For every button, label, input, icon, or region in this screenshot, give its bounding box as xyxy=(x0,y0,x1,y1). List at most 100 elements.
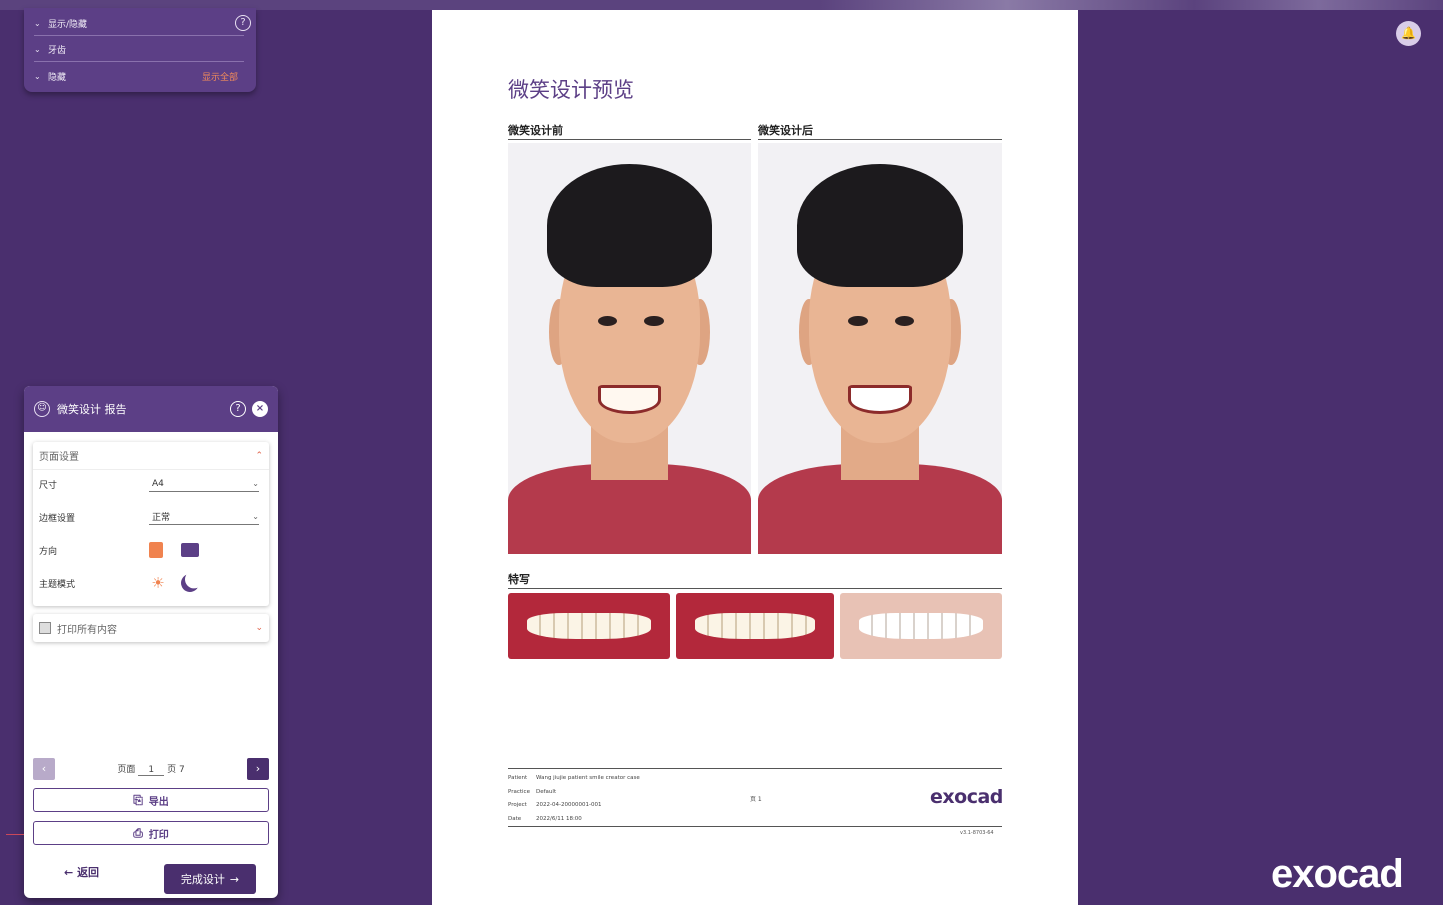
export-label: 导出 xyxy=(148,796,169,808)
vis-row-label: 牙齿 xyxy=(48,46,67,56)
photo-teeth xyxy=(859,612,983,640)
portrait-icon[interactable] xyxy=(149,542,163,558)
meta-key: Project xyxy=(508,802,527,808)
help-icon[interactable]: ? xyxy=(230,401,246,417)
chevron-down-icon[interactable]: ⌄ xyxy=(255,623,263,633)
chevron-down-icon: ⌄ xyxy=(252,479,259,488)
page-number-input[interactable]: 1 xyxy=(138,765,165,776)
page-settings-header[interactable]: 页面设置 ⌃ xyxy=(33,442,269,470)
export-icon: ⎘ xyxy=(133,792,143,807)
pager-suffix: 页 7 xyxy=(167,765,185,775)
sun-icon[interactable]: ☀ xyxy=(149,574,167,592)
meta-value: 2022/6/11 18:00 xyxy=(536,815,582,822)
margin-row: 边框设置 正常 ⌄ xyxy=(39,507,263,527)
print-all-header[interactable]: 打印所有内容 ⌄ xyxy=(33,614,269,642)
prev-page-button[interactable]: ‹ xyxy=(33,758,55,780)
report-panel-title: 微笑设计 报告 xyxy=(57,403,127,416)
after-label: 微笑设计后 xyxy=(758,122,1002,140)
chevron-down-icon: ⌄ xyxy=(34,71,41,81)
footer-page-number: 页 1 xyxy=(750,796,762,803)
footer-top-line xyxy=(508,768,1002,769)
photo-eye xyxy=(597,315,618,326)
print-label: 打印 xyxy=(148,829,169,841)
meta-key: Practice xyxy=(508,788,530,795)
photo-hair xyxy=(546,163,713,287)
vis-row-teeth[interactable]: ⌄ 牙齿 xyxy=(34,38,244,62)
moon-icon[interactable] xyxy=(178,571,201,594)
margin-select[interactable]: 正常 ⌄ xyxy=(149,509,259,525)
footer-meta: Patient Wang jiujie patient smile creator… xyxy=(508,772,640,826)
after-photo xyxy=(758,143,1002,554)
visibility-panel: ⌄ 显示/隐藏 ⌄ 牙齿 ⌄ 隐藏 显示全部 ? xyxy=(24,8,256,92)
photo-eye xyxy=(848,315,868,326)
photo-eye xyxy=(894,315,915,326)
vis-row-label: 隐藏 xyxy=(48,72,67,83)
before-label: 微笑设计前 xyxy=(508,122,751,140)
meta-value: 2022-04-20000001-001 xyxy=(536,802,602,808)
closeup-label: 特写 xyxy=(508,571,1002,589)
face-icon: ☺ xyxy=(34,401,50,417)
theme-label: 主题模式 xyxy=(39,579,76,590)
meta-key: Date xyxy=(508,815,522,822)
back-label: 返回 xyxy=(77,866,100,879)
footer-version: v3.1-8703-64 xyxy=(960,830,994,836)
back-button[interactable]: ← 返回 xyxy=(64,864,99,880)
pager-prefix: 页面 xyxy=(117,765,136,775)
top-decoration xyxy=(820,0,1443,10)
page-settings-card: 页面设置 ⌃ 尺寸 A4 ⌄ 边框设置 正常 ⌄ 方向 主题模式 ☀ xyxy=(33,442,269,606)
photo-eye xyxy=(644,315,664,326)
meta-patient: Patient Wang jiujie patient smile creator… xyxy=(508,772,640,786)
pager-text: 页面 1 页 7 xyxy=(55,762,247,776)
size-row: 尺寸 A4 ⌄ xyxy=(39,474,263,494)
pager: ‹ 页面 1 页 7 › xyxy=(33,758,269,780)
photo-hair xyxy=(797,163,963,287)
print-icon: ⎙ xyxy=(133,825,143,840)
help-icon[interactable]: ? xyxy=(235,15,251,31)
brand-logo: exocad xyxy=(1271,852,1404,896)
report-panel-header: ☺ 微笑设计 报告 ? × xyxy=(24,386,278,432)
print-all-checkbox[interactable] xyxy=(39,622,51,634)
vis-row-hidden[interactable]: ⌄ 隐藏 显示全部 xyxy=(34,64,244,88)
vis-row-show-hide[interactable]: ⌄ 显示/隐藏 xyxy=(34,12,244,36)
margin-value: 正常 xyxy=(152,513,171,523)
size-value: A4 xyxy=(152,478,164,489)
orientation-row: 方向 xyxy=(39,540,263,560)
margin-label: 边框设置 xyxy=(39,513,76,524)
landscape-icon[interactable] xyxy=(181,543,199,557)
arrow-right-icon: → xyxy=(229,872,240,886)
print-all-label: 打印所有内容 xyxy=(57,624,117,636)
next-page-button[interactable]: › xyxy=(247,758,269,780)
before-photo xyxy=(508,143,751,554)
theme-row: 主题模式 ☀ xyxy=(39,573,263,593)
chevron-up-icon[interactable]: ⌃ xyxy=(255,451,263,461)
meta-project: Project 2022-04-20000001-001 xyxy=(508,799,640,813)
report-panel: ☺ 微笑设计 报告 ? × 页面设置 ⌃ 尺寸 A4 ⌄ 边框设置 正常 ⌄ 方… xyxy=(24,386,278,898)
print-button[interactable]: ⎙ 打印 xyxy=(33,821,269,845)
left-edge-mark xyxy=(6,834,24,835)
size-select[interactable]: A4 ⌄ xyxy=(149,476,259,492)
meta-value: Wang jiujie patient smile creator case xyxy=(536,775,640,781)
meta-key: Patient xyxy=(508,775,528,781)
photo-mouth xyxy=(848,385,912,415)
footer-bottom-line xyxy=(508,826,1002,827)
closeup-photo-3 xyxy=(840,593,1002,659)
chevron-down-icon: ⌄ xyxy=(252,512,259,521)
arrow-left-icon: ← xyxy=(64,866,74,879)
finish-design-button[interactable]: 完成设计 → xyxy=(164,864,256,894)
vis-row-label: 显示/隐藏 xyxy=(48,20,88,30)
preview-title: 微笑设计预览 xyxy=(508,78,634,102)
print-all-card[interactable]: 打印所有内容 ⌄ xyxy=(33,614,269,642)
chevron-down-icon: ⌄ xyxy=(34,45,41,54)
meta-value: Default xyxy=(536,788,557,795)
page-settings-title: 页面设置 xyxy=(39,452,79,463)
orientation-label: 方向 xyxy=(39,546,58,557)
closeup-photo-1 xyxy=(508,593,670,659)
report-preview-page: 微笑设计预览 微笑设计前 微笑设计后 特写 Patient Wang jiujie… xyxy=(432,10,1078,905)
show-all-link[interactable]: 显示全部 xyxy=(202,70,238,83)
close-icon[interactable]: × xyxy=(252,401,268,417)
export-button[interactable]: ⎘ 导出 xyxy=(33,788,269,812)
photo-teeth xyxy=(527,612,651,640)
meta-date: Date 2022/6/11 18:00 xyxy=(508,813,640,827)
chevron-down-icon: ⌄ xyxy=(34,19,41,28)
bell-icon[interactable]: 🔔 xyxy=(1396,21,1421,46)
